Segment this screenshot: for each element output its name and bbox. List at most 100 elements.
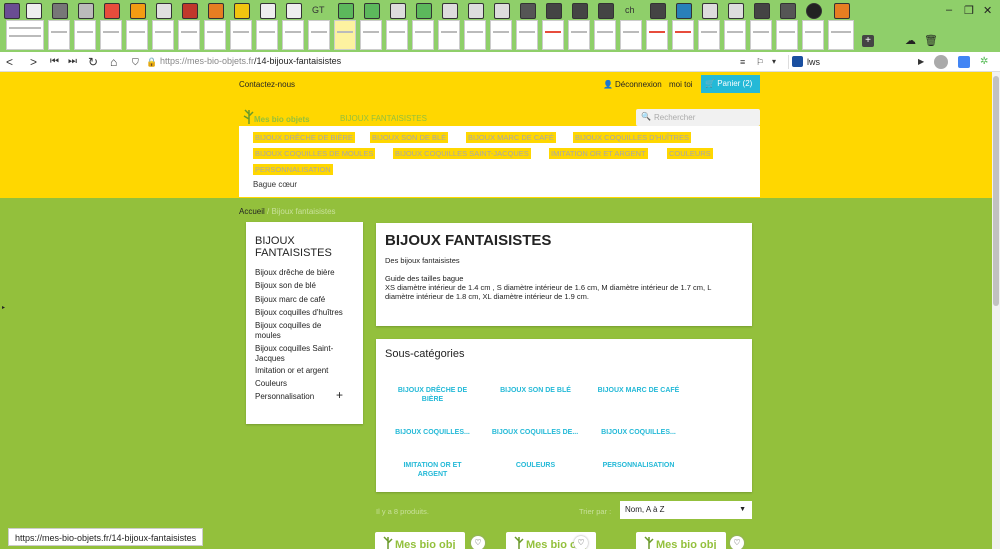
- sidebar-item[interactable]: Personnalisation: [255, 392, 314, 402]
- restore-icon[interactable]: ❐: [964, 4, 974, 17]
- submenu-item[interactable]: BIJOUX COQUILLES DE MOULES: [253, 148, 376, 159]
- site-logo[interactable]: Mes bio objets: [254, 115, 310, 124]
- tab-icon[interactable]: [598, 3, 614, 19]
- breadcrumb-home[interactable]: Accueil: [239, 207, 265, 216]
- scrollbar-thumb[interactable]: [993, 76, 999, 306]
- trash-icon[interactable]: 🗑: [924, 34, 938, 47]
- expand-plus-icon[interactable]: +: [336, 388, 343, 402]
- cloud-icon[interactable]: ☁: [905, 34, 916, 47]
- avatar[interactable]: [934, 55, 948, 69]
- address-bar[interactable]: https://mes-bio-objets.fr/14-bijoux-fant…: [160, 56, 341, 66]
- home-icon[interactable]: ⌂: [110, 55, 117, 69]
- search-box[interactable]: 🔍 Rechercher: [636, 109, 760, 126]
- sidebar-item[interactable]: Bijoux drêche de bière: [255, 268, 335, 278]
- tab-icon[interactable]: [234, 3, 250, 19]
- logout-link[interactable]: Déconnexion: [615, 80, 662, 89]
- tab-thumbnail[interactable]: [698, 20, 720, 50]
- sidebar-item[interactable]: Imitation or et argent: [255, 366, 328, 376]
- shield-icon[interactable]: ⛉: [132, 55, 139, 69]
- submenu-item[interactable]: BIJOUX COQUILLES D'HUÎTRES: [573, 132, 691, 143]
- submenu-item[interactable]: BIJOUX SON DE BLÉ: [370, 132, 449, 143]
- product-card[interactable]: Mes bio obj ♡: [636, 532, 744, 549]
- tab-thumbnail[interactable]: [594, 20, 616, 50]
- contact-link[interactable]: Contactez-nous: [239, 80, 295, 89]
- tab-thumbnail[interactable]: [230, 20, 252, 50]
- tab-icon[interactable]: [52, 3, 68, 19]
- translate-icon[interactable]: [958, 56, 970, 68]
- tab-icon[interactable]: [78, 3, 94, 19]
- search-engine-box[interactable]: lws: [788, 55, 918, 69]
- mail-icon[interactable]: [26, 3, 42, 19]
- tab-icon[interactable]: [546, 3, 562, 19]
- submenu-item-bague[interactable]: Bague cœur: [253, 180, 297, 189]
- submenu-item[interactable]: COULEURS: [667, 148, 713, 159]
- submenu-item[interactable]: BIJOUX DRÊCHE DE BIÈRE: [253, 132, 355, 143]
- tab-icon[interactable]: [494, 3, 510, 19]
- extension-icon[interactable]: ✲: [980, 55, 988, 69]
- tab-thumbnail[interactable]: [282, 20, 304, 50]
- sidebar-title[interactable]: BIJOUX FANTAISISTES: [255, 235, 332, 259]
- account-link[interactable]: moi toi: [669, 80, 693, 89]
- tab-icon[interactable]: [468, 3, 484, 19]
- tab-thumbnail[interactable]: [152, 20, 174, 50]
- tab-thumbnail[interactable]: [334, 20, 356, 50]
- forward-icon[interactable]: >: [30, 55, 37, 69]
- submenu-item[interactable]: PERSONNALISATION: [253, 164, 333, 175]
- tab-icon[interactable]: [286, 3, 302, 19]
- reload-icon[interactable]: ↻: [88, 55, 98, 69]
- product-card[interactable]: Mes bio obj ♡: [375, 532, 485, 549]
- submenu-item[interactable]: IMITATION OR ET ARGENT: [549, 148, 648, 159]
- tab-icon[interactable]: [780, 3, 796, 19]
- dropdown-icon[interactable]: ▾: [772, 55, 776, 69]
- tab-icon[interactable]: [208, 3, 224, 19]
- tab-icon[interactable]: [728, 3, 744, 19]
- close-icon[interactable]: ✕: [983, 4, 992, 17]
- tab-thumbnail[interactable]: [308, 20, 330, 50]
- tab-thumbnail[interactable]: [802, 20, 824, 50]
- minimize-icon[interactable]: –: [946, 4, 952, 16]
- product-card[interactable]: Mes bio obj ♡: [506, 532, 596, 549]
- tab-text[interactable]: ch: [625, 5, 635, 15]
- tab-icon[interactable]: [338, 3, 354, 19]
- tab-thumbnail[interactable]: [542, 20, 564, 50]
- tab-thumbnail[interactable]: [828, 20, 854, 50]
- tab-thumbnail[interactable]: [386, 20, 408, 50]
- tab-icon[interactable]: [676, 3, 692, 19]
- browser-menu-icon[interactable]: [4, 3, 20, 19]
- sidebar-item[interactable]: Bijoux coquilles de moules: [255, 321, 321, 341]
- subcategory-link[interactable]: BIJOUX DRÊCHE DE BIÈRE: [388, 386, 477, 404]
- subcategory-link[interactable]: BIJOUX COQUILLES...: [592, 428, 685, 437]
- tab-thumbnail[interactable]: [490, 20, 512, 50]
- subcategory-link[interactable]: IMITATION OR ET ARGENT: [388, 461, 477, 479]
- tab-icon[interactable]: [104, 3, 120, 19]
- submenu-item[interactable]: BIJOUX COQUILLES SAINT-JACQUES: [393, 148, 531, 159]
- sidebar-item[interactable]: Couleurs: [255, 379, 287, 389]
- subcategory-link[interactable]: BIJOUX COQUILLES DE...: [484, 428, 586, 437]
- tab-thumbnail[interactable]: [126, 20, 148, 50]
- cart-button[interactable]: 🛒 Panier (2): [701, 75, 760, 93]
- tab-thumbnail[interactable]: [360, 20, 382, 50]
- tab-thumbnail[interactable]: [6, 20, 44, 50]
- tab-icon[interactable]: [520, 3, 536, 19]
- sort-select[interactable]: Nom, A à Z ▼: [620, 501, 752, 519]
- tab-text[interactable]: GT: [312, 5, 325, 15]
- tab-icon[interactable]: [702, 3, 718, 19]
- subcategory-link[interactable]: PERSONNALISATION: [592, 461, 685, 470]
- menu-bijoux-fantaisistes[interactable]: BIJOUX FANTAISISTES: [340, 114, 427, 123]
- tab-thumbnail[interactable]: [672, 20, 694, 50]
- tab-thumbnail[interactable]: [750, 20, 772, 50]
- tab-icon[interactable]: [130, 3, 146, 19]
- new-tab-icon[interactable]: +: [862, 35, 874, 47]
- tab-thumbnail[interactable]: [620, 20, 642, 50]
- tab-icon[interactable]: [754, 3, 770, 19]
- tab-thumbnail[interactable]: [178, 20, 200, 50]
- tab-icon[interactable]: [834, 3, 850, 19]
- subcategory-link[interactable]: BIJOUX SON DE BLÉ: [489, 386, 582, 395]
- tab-thumbnail[interactable]: [256, 20, 278, 50]
- tab-icon[interactable]: [806, 3, 822, 19]
- tab-icon[interactable]: [416, 3, 432, 19]
- subcategory-link[interactable]: BIJOUX MARC DE CAFÉ: [592, 386, 685, 395]
- heart-icon[interactable]: ♡: [730, 536, 744, 549]
- back-icon[interactable]: <: [6, 55, 13, 69]
- tab-thumbnail[interactable]: [204, 20, 226, 50]
